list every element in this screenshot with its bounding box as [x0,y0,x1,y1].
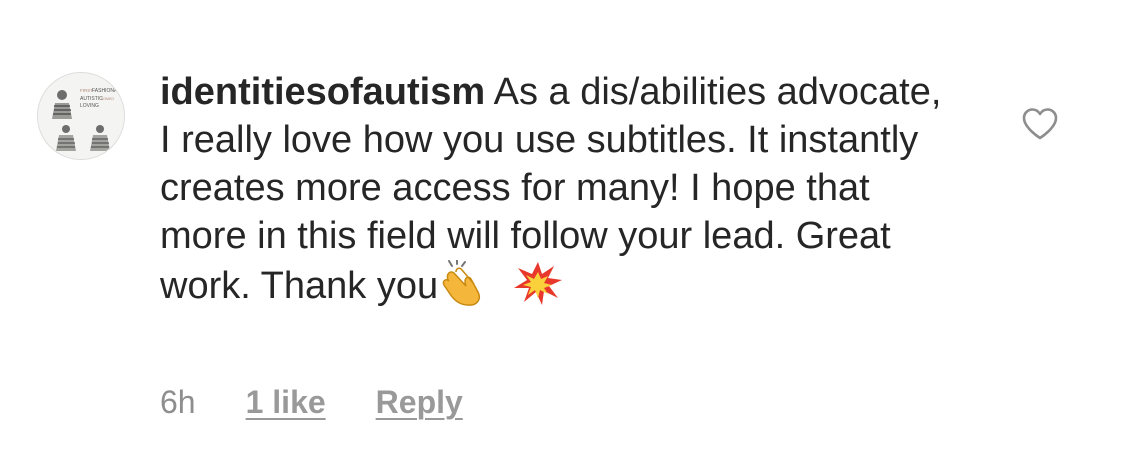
avatar-image: FIRST FASHIONA AUTISTIC SOMEO LOVING [38,73,124,159]
comment-likes-link[interactable]: 1 like [246,382,326,422]
comment: FIRST FASHIONA AUTISTIC SOMEO LOVING ide… [0,0,1125,475]
comment-body: identitiesofautism As a dis/abilities ad… [160,68,960,310]
comment-timestamp: 6h [160,384,196,420]
like-comment-button[interactable] [1021,107,1059,141]
avatar-text-5: LOVING [80,103,99,109]
comment-username[interactable]: identitiesofautism [160,71,485,113]
avatar-text-2: FASHIONA [92,88,118,94]
avatar-text-4: SOMEO [101,97,114,101]
clapping-hands-emoji [438,259,490,306]
reply-button[interactable]: Reply [376,382,463,422]
avatar-text-3: AUTISTIC [80,96,103,102]
heart-outline-icon [1022,108,1058,140]
avatar[interactable]: FIRST FASHIONA AUTISTIC SOMEO LOVING [37,72,125,160]
collision-emoji [512,260,564,306]
comment-meta: 6h 1 like Reply [160,382,463,422]
